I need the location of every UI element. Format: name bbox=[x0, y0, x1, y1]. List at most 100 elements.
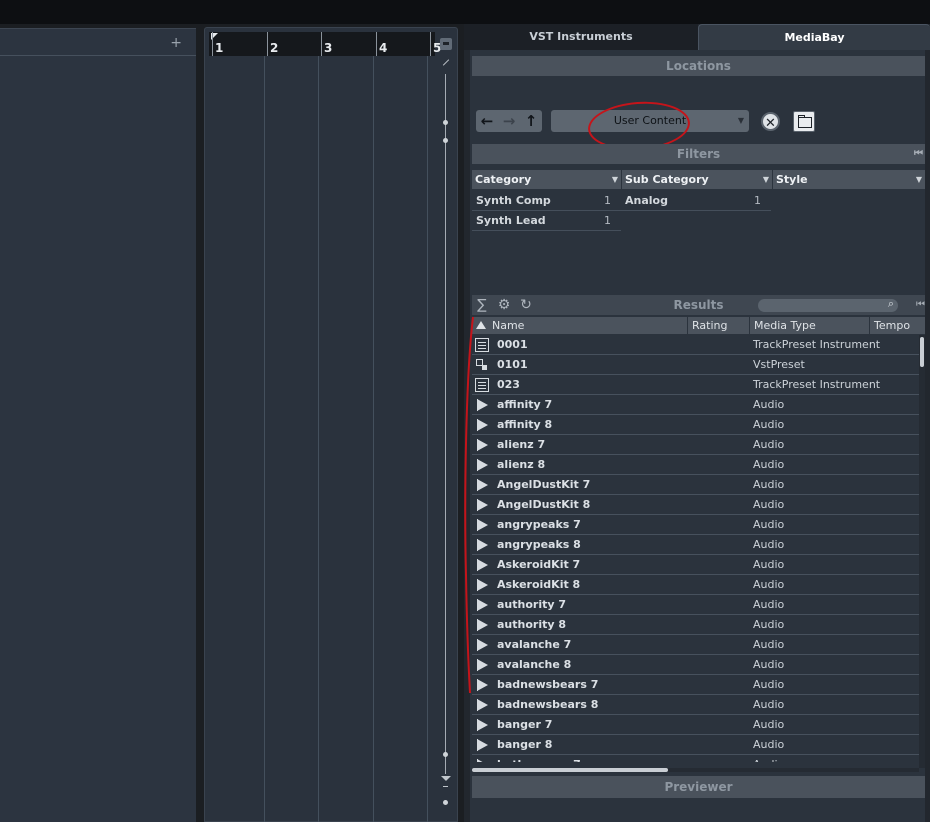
table-row[interactable]: 0101 VstPreset bbox=[472, 355, 919, 375]
zoom-handle[interactable] bbox=[443, 800, 448, 805]
timeline-ruler[interactable]: 1 2 3 4 5 bbox=[209, 32, 441, 56]
tab-vst-instruments[interactable]: VST Instruments bbox=[464, 24, 698, 50]
left-zone-panel: + bbox=[0, 28, 196, 822]
table-row[interactable]: badnewsbears 8 Audio bbox=[472, 695, 919, 715]
audio-file-icon bbox=[475, 718, 489, 732]
sync-icon[interactable]: ↻ bbox=[518, 297, 534, 313]
zoom-handle[interactable] bbox=[443, 752, 448, 757]
result-name: AskeroidKit 8 bbox=[497, 578, 581, 591]
table-row[interactable]: angrypeaks 7 Audio bbox=[472, 515, 919, 535]
audio-file-icon bbox=[475, 398, 489, 412]
table-row[interactable]: affinity 8 Audio bbox=[472, 415, 919, 435]
add-icon[interactable]: + bbox=[170, 35, 182, 51]
results-list[interactable]: 0001 TrackPreset Instrument 0101 VstPreset 0… bbox=[472, 335, 919, 762]
ruler-tick bbox=[430, 32, 431, 56]
collapse-skip-icon[interactable]: ⏮ bbox=[914, 144, 923, 164]
audio-file-icon bbox=[475, 458, 489, 472]
table-row[interactable]: avalanche 8 Audio bbox=[472, 655, 919, 675]
filter-item-count: 1 bbox=[604, 214, 611, 227]
result-media-type: Audio bbox=[753, 438, 785, 451]
column-media-type[interactable]: Media Type bbox=[750, 317, 870, 334]
table-row[interactable]: AskeroidKit 7 Audio bbox=[472, 555, 919, 575]
filter-item-label: Analog bbox=[625, 194, 668, 207]
result-name: banger 8 bbox=[497, 738, 553, 751]
sort-ascending-icon bbox=[476, 321, 486, 329]
table-row[interactable]: AngelDustKit 7 Audio bbox=[472, 475, 919, 495]
locations-title: Locations bbox=[666, 59, 731, 73]
result-name: banger 7 bbox=[497, 718, 553, 731]
audio-file-icon bbox=[475, 678, 489, 692]
results-search-input[interactable]: ⌕ bbox=[758, 297, 898, 312]
vertical-zoom-scrollbar[interactable] bbox=[437, 34, 455, 822]
sum-icon[interactable]: ∑ bbox=[474, 297, 490, 313]
filter-column-style[interactable]: Style ▼ bbox=[773, 170, 925, 189]
gear-icon[interactable]: ⚙ bbox=[496, 297, 512, 313]
filter-column-subcategory[interactable]: Sub Category ▼ bbox=[622, 170, 772, 189]
table-row[interactable]: avalanche 7 Audio bbox=[472, 635, 919, 655]
back-arrow-icon[interactable]: ← bbox=[481, 110, 494, 132]
audio-file-icon bbox=[475, 538, 489, 552]
table-row[interactable]: alienz 8 Audio bbox=[472, 455, 919, 475]
table-row[interactable]: authority 8 Audio bbox=[472, 615, 919, 635]
zoom-diagonal-icon bbox=[442, 59, 450, 66]
table-row[interactable]: 0001 TrackPreset Instrument bbox=[472, 335, 919, 355]
filter-item[interactable]: Synth Comp 1 bbox=[472, 191, 621, 211]
project-window: 1 2 3 4 5 bbox=[204, 27, 458, 822]
scroll-down-icon[interactable] bbox=[441, 776, 451, 781]
up-arrow-icon[interactable]: ↑ bbox=[525, 110, 538, 132]
column-name[interactable]: Name bbox=[472, 317, 688, 334]
right-zone-tabs: VST Instruments MediaBay bbox=[464, 24, 930, 50]
results-vertical-scrollbar[interactable] bbox=[919, 335, 925, 768]
audio-file-icon bbox=[475, 638, 489, 652]
filters-header[interactable]: Filters ⏮ bbox=[472, 144, 925, 164]
audio-file-icon bbox=[475, 498, 489, 512]
table-row[interactable]: banger 7 Audio bbox=[472, 715, 919, 735]
filter-item[interactable]: Synth Lead 1 bbox=[472, 211, 621, 231]
folder-icon[interactable] bbox=[793, 111, 815, 132]
table-row[interactable]: authority 7 Audio bbox=[472, 595, 919, 615]
zoom-track[interactable] bbox=[445, 74, 446, 774]
table-row[interactable]: AskeroidKit 8 Audio bbox=[472, 575, 919, 595]
result-media-type: TrackPreset Instrument bbox=[753, 378, 881, 391]
scrollbar-thumb[interactable] bbox=[472, 768, 668, 772]
column-label: Name bbox=[492, 319, 525, 332]
forward-arrow-icon[interactable]: → bbox=[503, 110, 516, 132]
zoom-minus-icon[interactable] bbox=[443, 786, 448, 787]
table-row[interactable]: affinity 7 Audio bbox=[472, 395, 919, 415]
filter-column-label: Category bbox=[475, 173, 532, 186]
filter-item-label: Synth Comp bbox=[476, 194, 551, 207]
zoom-handle[interactable] bbox=[443, 138, 448, 143]
tab-mediabay[interactable]: MediaBay bbox=[698, 24, 930, 50]
bar-number-4: 4 bbox=[379, 41, 388, 55]
remove-location-icon[interactable]: ✕ bbox=[761, 112, 780, 131]
location-select-value: User Content bbox=[613, 114, 687, 127]
table-row[interactable]: angrypeaks 8 Audio bbox=[472, 535, 919, 555]
table-row[interactable]: bathpepper 7 Audio bbox=[472, 755, 919, 762]
table-row[interactable]: badnewsbears 7 Audio bbox=[472, 675, 919, 695]
result-name: authority 7 bbox=[497, 598, 567, 611]
result-name: alienz 7 bbox=[497, 438, 546, 451]
left-zone-header: + bbox=[0, 29, 196, 56]
right-zone: VST Instruments MediaBay Locations ← → ↑… bbox=[464, 24, 930, 822]
filter-column-category[interactable]: Category ▼ bbox=[472, 170, 621, 189]
previewer-header[interactable]: Previewer bbox=[472, 776, 925, 798]
table-row[interactable]: alienz 7 Audio bbox=[472, 435, 919, 455]
location-select[interactable]: User Content ▼ bbox=[551, 110, 749, 132]
collapse-skip-icon[interactable]: ⏮ bbox=[916, 295, 925, 315]
results-horizontal-scrollbar[interactable] bbox=[472, 768, 919, 772]
locations-header[interactable]: Locations bbox=[472, 56, 925, 76]
column-rating[interactable]: Rating bbox=[688, 317, 750, 334]
filters-title: Filters bbox=[676, 147, 721, 161]
table-row[interactable]: banger 8 Audio bbox=[472, 735, 919, 755]
result-media-type: Audio bbox=[753, 538, 785, 551]
table-row[interactable]: 023 TrackPreset Instrument bbox=[472, 375, 919, 395]
result-name: AngelDustKit 8 bbox=[497, 498, 591, 511]
table-row[interactable]: AngelDustKit 8 Audio bbox=[472, 495, 919, 515]
ruler-options-button[interactable] bbox=[440, 38, 452, 50]
zoom-handle[interactable] bbox=[443, 120, 448, 125]
chevron-down-icon: ▼ bbox=[915, 175, 922, 184]
column-tempo[interactable]: Tempo bbox=[870, 317, 925, 334]
filter-column-label: Sub Category bbox=[625, 173, 709, 186]
scrollbar-thumb[interactable] bbox=[920, 337, 924, 367]
filter-item[interactable]: Analog 1 bbox=[621, 191, 771, 211]
